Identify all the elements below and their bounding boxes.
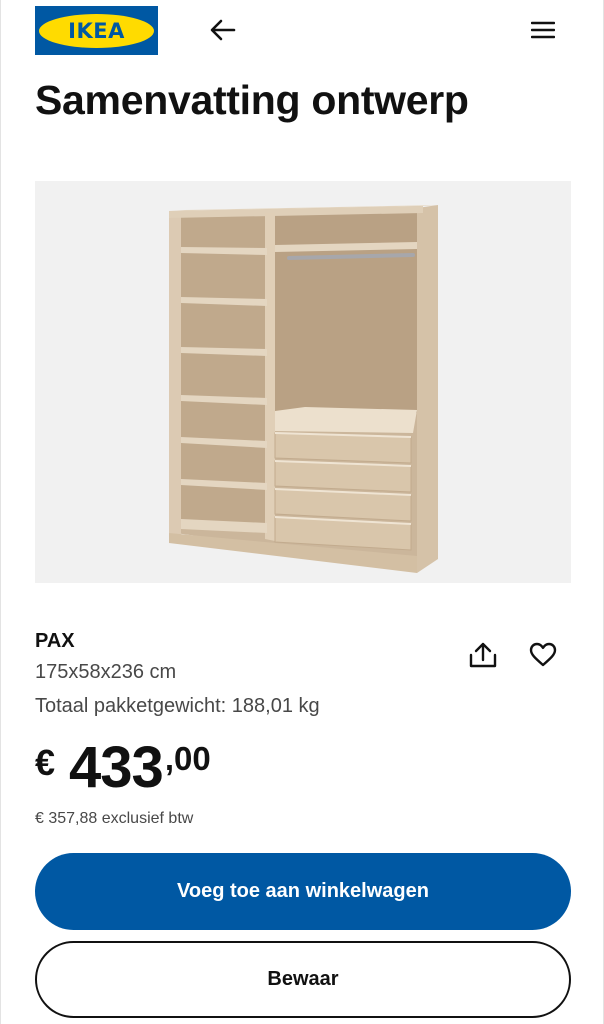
save-button[interactable]: Bewaar [35, 941, 571, 1018]
share-upload-icon [469, 642, 497, 668]
heart-icon [529, 642, 557, 667]
logo-oval: IKEA [39, 13, 154, 48]
arrow-left-icon [210, 19, 236, 41]
top-header: IKEA [1, 0, 604, 62]
add-to-cart-button[interactable]: Voeg toe aan winkelwagen [35, 853, 571, 930]
menu-button[interactable] [525, 14, 561, 46]
product-price: € 433 ,00 [35, 733, 211, 803]
page-title: Samenvatting ontwerp [35, 77, 469, 123]
favorite-button[interactable] [523, 637, 563, 673]
wardrobe-illustration [169, 205, 438, 573]
price-currency: € [35, 742, 56, 783]
price-decimal: ,00 [164, 740, 211, 777]
price-integer: 433 [69, 735, 164, 800]
logo-text: IKEA [68, 18, 125, 43]
product-image [35, 181, 571, 583]
price-excl-vat: € 357,88 exclusief btw [35, 810, 194, 827]
share-button[interactable] [463, 637, 503, 673]
ikea-logo[interactable]: IKEA [35, 6, 158, 55]
design-summary-page: IKEA Samenvatting ontwerp PAX 175x58x236… [0, 0, 604, 1024]
product-weight: Totaal pakketgewicht: 188,01 kg [35, 695, 320, 717]
back-button[interactable] [205, 14, 241, 46]
product-name: PAX [35, 630, 75, 652]
product-dimensions: 175x58x236 cm [35, 661, 177, 683]
hamburger-menu-icon [531, 21, 555, 39]
